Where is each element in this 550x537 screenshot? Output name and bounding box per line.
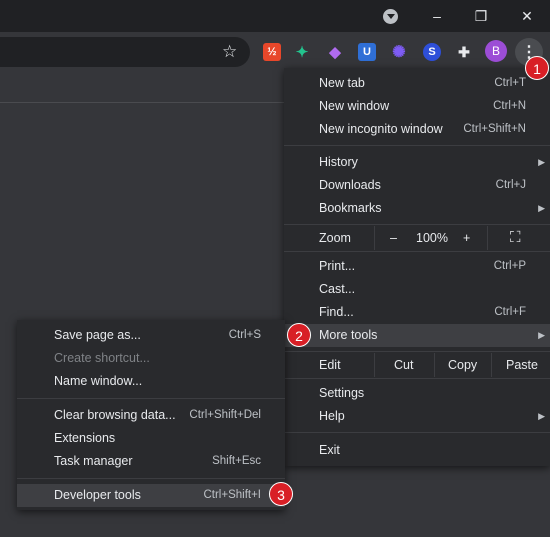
submenu-item-clear-browsing-data[interactable]: Clear browsing data... Ctrl+Shift+Del <box>17 404 285 427</box>
menu-shortcut: Ctrl+T <box>494 77 526 89</box>
menu-item-cast[interactable]: Cast... <box>284 278 550 301</box>
submenu-arrow-icon: ▶ <box>538 330 545 340</box>
menu-label: Clear browsing data... <box>54 408 176 422</box>
menu-label: History <box>319 155 358 169</box>
menu-item-find[interactable]: Find... Ctrl+F <box>284 301 550 324</box>
edit-row: Edit Cut Copy Paste <box>284 353 550 377</box>
puzzle-icon[interactable]: ✚ <box>455 43 473 61</box>
avatar[interactable]: B <box>485 40 507 62</box>
submenu-item-extensions[interactable]: Extensions <box>17 427 285 450</box>
ext-s-icon[interactable]: S <box>423 43 441 61</box>
step-badge-1: 1 <box>525 56 549 80</box>
ext-red-icon[interactable]: ½ <box>263 43 281 61</box>
menu-label: New incognito window <box>319 122 443 136</box>
menu-shortcut: Shift+Esc <box>212 455 261 467</box>
menu-separator <box>284 351 550 352</box>
address-bar[interactable] <box>0 37 250 67</box>
submenu-item-task-manager[interactable]: Task manager Shift+Esc <box>17 450 285 473</box>
menu-shortcut: Ctrl+S <box>228 329 261 341</box>
submenu-item-save-page[interactable]: Save page as... Ctrl+S <box>17 324 285 347</box>
zoom-in-button[interactable]: + <box>463 226 470 250</box>
step-badge-2: 2 <box>287 323 311 347</box>
step-badge-3: 3 <box>269 482 293 506</box>
menu-shortcut: Ctrl+P <box>493 260 526 272</box>
zoom-out-button[interactable]: – <box>390 226 397 250</box>
menu-item-new-incognito-window[interactable]: New incognito window Ctrl+Shift+N <box>284 118 550 141</box>
menu-item-exit[interactable]: Exit <box>284 439 550 462</box>
menu-item-print[interactable]: Print... Ctrl+P <box>284 255 550 278</box>
menu-shortcut: Ctrl+F <box>494 306 526 318</box>
menu-separator <box>284 224 550 225</box>
restore-button[interactable]: ❐ <box>458 0 504 32</box>
menu-shortcut: Ctrl+J <box>495 179 526 191</box>
menu-separator <box>284 251 550 252</box>
menu-label: More tools <box>319 328 378 342</box>
menu-label: New window <box>319 99 390 113</box>
paste-button[interactable]: Paste <box>506 353 538 377</box>
menu-label: Extensions <box>54 431 116 445</box>
chrome-menu: New tab Ctrl+T New window Ctrl+N New inc… <box>284 68 550 466</box>
menu-label: Help <box>319 409 345 423</box>
copy-button[interactable]: Copy <box>448 353 477 377</box>
toolbar: ☆ ½ ✦ ◆ U ✺ S ✚ B ⋮ <box>0 32 550 72</box>
submenu-arrow-icon: ▶ <box>538 203 545 213</box>
menu-label: Print... <box>319 259 356 273</box>
menu-label: Create shortcut... <box>54 351 150 365</box>
menu-label: Task manager <box>54 454 133 468</box>
minimize-button[interactable]: – <box>414 0 460 32</box>
submenu-arrow-icon: ▶ <box>538 411 545 421</box>
menu-item-history[interactable]: History ▶ <box>284 151 550 174</box>
fullscreen-icon[interactable]: ⛶ <box>510 226 521 250</box>
submenu-item-create-shortcut: Create shortcut... <box>17 347 285 370</box>
ext-gear-icon[interactable]: ✺ <box>390 43 408 61</box>
edit-label: Edit <box>319 358 341 372</box>
menu-shortcut: Ctrl+N <box>493 100 526 112</box>
ext-bird-icon[interactable]: ✦ <box>293 43 311 61</box>
zoom-divider <box>487 226 488 250</box>
menu-item-new-window[interactable]: New window Ctrl+N <box>284 95 550 118</box>
menu-item-downloads[interactable]: Downloads Ctrl+J <box>284 174 550 197</box>
title-bar: – ❐ ✕ <box>0 0 550 32</box>
menu-shortcut: Ctrl+Shift+I <box>203 489 261 501</box>
menu-separator <box>284 432 550 433</box>
submenu-item-developer-tools[interactable]: Developer tools Ctrl+Shift+I <box>17 484 285 507</box>
menu-label: Exit <box>319 443 340 457</box>
menu-label: Settings <box>319 386 365 400</box>
zoom-value: 100% <box>416 231 448 245</box>
menu-shortcut: Ctrl+Shift+N <box>463 123 526 135</box>
ext-shield-icon[interactable]: U <box>358 43 376 61</box>
menu-label: Developer tools <box>54 488 141 502</box>
zoom-row: Zoom – 100% + ⛶ <box>284 226 550 250</box>
bookmark-star-icon[interactable]: ☆ <box>222 43 237 61</box>
menu-label: Save page as... <box>54 328 141 342</box>
menu-item-more-tools[interactable]: More tools ▶ <box>284 324 550 347</box>
submenu-arrow-icon: ▶ <box>538 157 545 167</box>
cut-button[interactable]: Cut <box>394 353 413 377</box>
submenu-item-name-window[interactable]: Name window... <box>17 370 285 393</box>
ext-purple-icon[interactable]: ◆ <box>326 43 344 61</box>
profile-dropdown-icon[interactable] <box>383 9 398 24</box>
zoom-label: Zoom <box>319 231 351 245</box>
menu-item-bookmarks[interactable]: Bookmarks ▶ <box>284 197 550 220</box>
close-button[interactable]: ✕ <box>504 0 550 32</box>
menu-label: Cast... <box>319 282 356 296</box>
menu-separator <box>284 378 550 379</box>
menu-item-help[interactable]: Help ▶ <box>284 405 550 428</box>
menu-item-settings[interactable]: Settings <box>284 382 550 405</box>
edit-divider <box>374 353 375 377</box>
menu-label: Find... <box>319 305 354 319</box>
edit-divider <box>491 353 492 377</box>
menu-item-new-tab[interactable]: New tab Ctrl+T <box>284 72 550 95</box>
menu-label: Downloads <box>319 178 381 192</box>
edit-divider <box>434 353 435 377</box>
menu-shortcut: Ctrl+Shift+Del <box>189 409 261 421</box>
menu-label: New tab <box>319 76 365 90</box>
menu-separator <box>17 478 285 479</box>
zoom-divider <box>374 226 375 250</box>
menu-label: Bookmarks <box>319 201 382 215</box>
more-tools-submenu: Save page as... Ctrl+S Create shortcut..… <box>17 320 285 510</box>
menu-separator <box>17 398 285 399</box>
menu-label: Name window... <box>54 374 143 388</box>
menu-separator <box>284 145 550 146</box>
